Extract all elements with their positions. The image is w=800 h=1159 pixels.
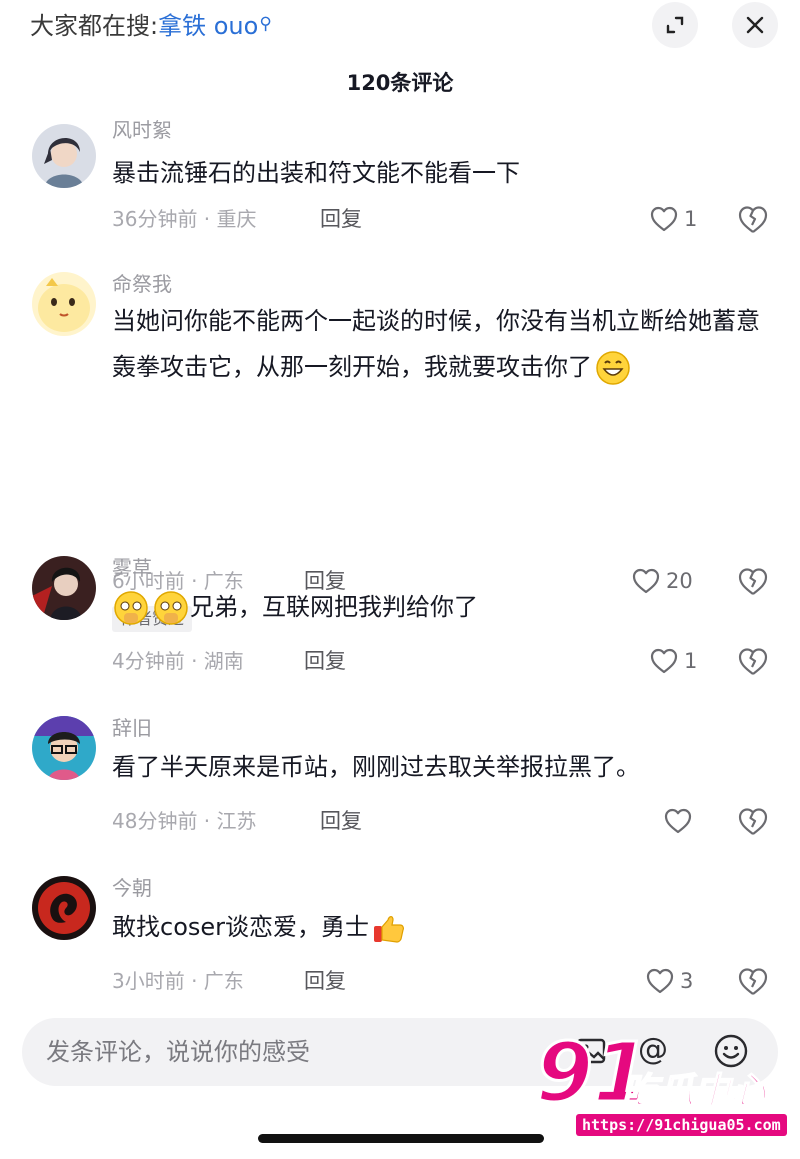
search-keyword[interactable]: 拿铁 ouo (158, 12, 258, 40)
heart-icon (646, 968, 674, 994)
avatar[interactable] (32, 556, 96, 620)
broken-heart-icon[interactable] (736, 804, 770, 838)
broken-heart-icon[interactable] (736, 964, 770, 998)
heart-icon (664, 808, 692, 834)
broken-heart-icon[interactable] (736, 202, 770, 236)
comment-count-title: 120条评论 (346, 71, 454, 95)
comment-username[interactable]: 命祭我 (112, 270, 172, 298)
comments-header: 大家都在搜:拿铁 ouo⚲ 120条评论 (0, 0, 800, 110)
comment-username[interactable]: 今朝 (112, 874, 152, 902)
reply-button[interactable]: 回复 (304, 646, 346, 676)
home-indicator[interactable] (258, 1134, 544, 1143)
comment-list[interactable]: 风时絮 暴击流锤石的出装和符文能不能看一下 36分钟前 · 重庆 回复 1 命祭… (0, 114, 800, 1006)
search-icon: ⚲ (259, 14, 272, 34)
reply-button[interactable]: 回复 (320, 204, 362, 234)
site-watermark: 91 吃瓜中心 https://91chigua05.com (534, 1025, 792, 1146)
comment-username[interactable]: 雾草 (112, 554, 152, 582)
grin-emoji-icon (596, 351, 630, 385)
avatar[interactable] (32, 716, 96, 780)
comment-time-location: 48分钟前 · 江苏 (112, 809, 257, 833)
expand-icon (666, 16, 684, 34)
heart-icon (650, 206, 678, 232)
heart-icon (650, 648, 678, 674)
comment-text: 暴击流锤石的出装和符文能不能看一下 (112, 159, 520, 187)
avatar[interactable] (32, 124, 96, 188)
close-icon (746, 16, 764, 34)
comment-text-content: 兄弟，互联网把我判给你了 (190, 593, 478, 621)
close-button[interactable] (732, 2, 778, 48)
reply-button[interactable]: 回复 (304, 966, 346, 996)
comment-text: 当她问你能不能两个一起谈的时候，你没有当机立断给她蓄意轰拳攻击它，从那一刻开始，… (112, 298, 772, 390)
like-count: 1 (684, 207, 698, 231)
comment-time-location: 3小时前 · 广东 (112, 969, 244, 993)
avatar[interactable] (32, 272, 96, 336)
search-suggestion[interactable]: 大家都在搜:拿铁 ouo⚲ (30, 8, 272, 44)
search-prefix: 大家都在搜: (30, 12, 159, 40)
comment-time-location: 36分钟前 · 重庆 (112, 207, 257, 231)
like-button[interactable]: 3 (646, 964, 693, 998)
watermark-url: https://91chigua05.com (576, 1114, 787, 1136)
expand-button[interactable] (652, 2, 698, 48)
comment-text: 敢找coser谈恋爱，勇士 (112, 904, 772, 950)
comment-input-placeholder[interactable]: 发条评论，说说你的感受 (46, 1034, 310, 1070)
reply-button[interactable]: 回复 (320, 806, 362, 836)
comment-text-content: 敢找coser谈恋爱，勇士 (112, 913, 370, 941)
thumbs-up-icon (374, 916, 404, 943)
like-button[interactable]: 1 (650, 644, 697, 678)
comment-text: 兄弟，互联网把我判给你了 (112, 584, 772, 630)
like-count: 1 (684, 649, 698, 673)
comment-username[interactable]: 辞旧 (112, 714, 152, 742)
pleading-emoji-icon (154, 591, 188, 625)
broken-heart-icon[interactable] (736, 644, 770, 678)
like-button[interactable] (664, 804, 698, 838)
comment-username[interactable]: 风时絮 (112, 116, 172, 144)
avatar[interactable] (32, 876, 96, 940)
pleading-emoji-icon (114, 591, 148, 625)
like-count: 3 (680, 969, 694, 993)
watermark-name: 吃瓜中心 (621, 1070, 767, 1113)
comment-text: 看了半天原来是币站，刚刚过去取关举报拉黑了。 (112, 753, 640, 781)
like-button[interactable]: 1 (650, 202, 697, 236)
comment-text-content: 当她问你能不能两个一起谈的时候，你没有当机立断给她蓄意轰拳攻击它，从那一刻开始，… (112, 307, 760, 381)
comment-time-location: 4分钟前 · 湖南 (112, 649, 244, 673)
